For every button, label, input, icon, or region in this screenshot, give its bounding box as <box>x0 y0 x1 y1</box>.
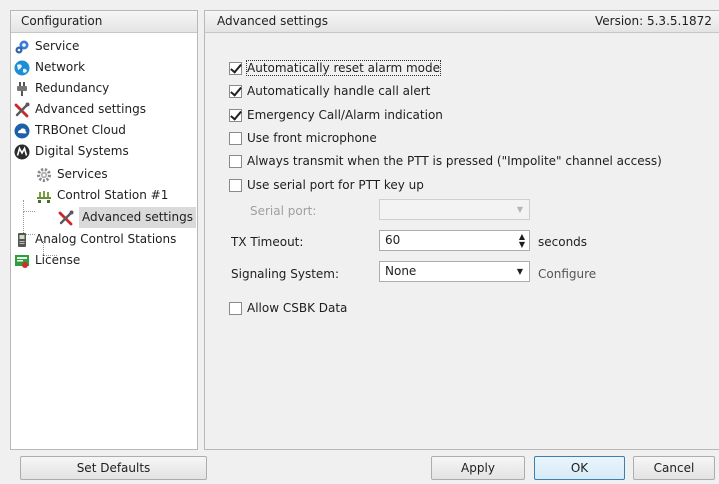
tree-item-redundancy[interactable]: Redundancy <box>14 78 109 99</box>
checkbox-emergency-call-alarm[interactable]: Emergency Call/Alarm indication <box>229 106 443 124</box>
checkbox-box[interactable] <box>229 301 242 315</box>
spin-down-icon[interactable]: ▼ <box>519 241 525 249</box>
tree-item-license[interactable]: License <box>14 250 80 271</box>
ok-button[interactable]: OK <box>534 456 625 480</box>
panel-title: Advanced settings <box>217 14 328 28</box>
checkbox-box[interactable] <box>229 61 242 75</box>
version-label: Version: 5.3.5.1872 <box>595 14 712 28</box>
checkbox-serial-port-ptt[interactable]: Use serial port for PTT key up <box>229 176 424 194</box>
checkbox-always-transmit-ptt[interactable]: Always transmit when the PTT is pressed … <box>229 152 662 170</box>
checkbox-box[interactable] <box>229 84 242 98</box>
tree-item-control-station-1[interactable]: Control Station #1 <box>36 185 168 206</box>
checkbox-box[interactable] <box>229 154 242 168</box>
gears-icon <box>15 40 29 53</box>
set-defaults-button[interactable]: Set Defaults <box>20 456 207 480</box>
checkbox-box[interactable] <box>229 108 242 122</box>
cloud-icon <box>14 123 30 138</box>
tree-item-station-advanced-settings[interactable]: Advanced settings <box>58 207 196 228</box>
gear-icon <box>37 167 51 182</box>
tree-item-digital-systems[interactable]: Digital Systems <box>14 141 129 162</box>
signaling-system-select[interactable]: None ▼ <box>379 261 530 282</box>
radio-icon <box>18 232 26 247</box>
configuration-header: Configuration <box>11 11 197 33</box>
tx-timeout-spinbox[interactable]: 60 ▲ ▼ <box>379 230 530 251</box>
tx-timeout-unit: seconds <box>538 235 588 249</box>
serial-port-label: Serial port: <box>250 204 317 218</box>
chevron-down-icon: ▼ <box>516 267 523 276</box>
tree-item-trbonet-cloud[interactable]: TRBOnet Cloud <box>14 120 126 141</box>
checkbox-front-microphone[interactable]: Use front microphone <box>229 129 377 147</box>
motorola-icon <box>14 144 30 159</box>
tx-timeout-label: TX Timeout: <box>231 235 304 249</box>
tree-item-network[interactable]: Network <box>14 57 85 78</box>
checkbox-allow-csbk-data[interactable]: Allow CSBK Data <box>229 299 347 317</box>
plug-icon <box>17 81 27 96</box>
cancel-button[interactable]: Cancel <box>633 456 715 480</box>
tree-item-service[interactable]: Service <box>14 36 79 57</box>
advanced-settings-panel: Advanced settings Version: 5.3.5.1872 Au… <box>204 10 719 450</box>
apply-button[interactable]: Apply <box>431 456 525 480</box>
tools-icon <box>58 210 74 225</box>
license-icon <box>15 254 29 268</box>
tools-icon <box>14 102 30 117</box>
serial-port-select[interactable]: ▼ <box>379 199 530 220</box>
tree-item-advanced-settings[interactable]: Advanced settings <box>14 99 146 120</box>
signaling-system-label: Signaling System: <box>231 267 340 281</box>
chevron-down-icon: ▼ <box>516 205 523 214</box>
checkbox-auto-handle-call-alert[interactable]: Automatically handle call alert <box>229 82 430 100</box>
configuration-tree-panel: Configuration Service Network Redundancy… <box>10 10 198 450</box>
tree-item-analog-control-stations[interactable]: Analog Control Stations <box>14 229 176 250</box>
panel-header: Advanced settings Version: 5.3.5.1872 <box>205 11 719 33</box>
checkbox-box[interactable] <box>229 131 242 145</box>
tree-item-services[interactable]: Services <box>36 164 108 185</box>
globe-icon <box>14 60 30 75</box>
checkbox-box[interactable] <box>229 178 242 192</box>
network-icon <box>37 190 51 203</box>
configure-link[interactable]: Configure <box>538 267 596 281</box>
checkbox-auto-reset-alarm[interactable]: Automatically reset alarm mode <box>229 59 441 77</box>
